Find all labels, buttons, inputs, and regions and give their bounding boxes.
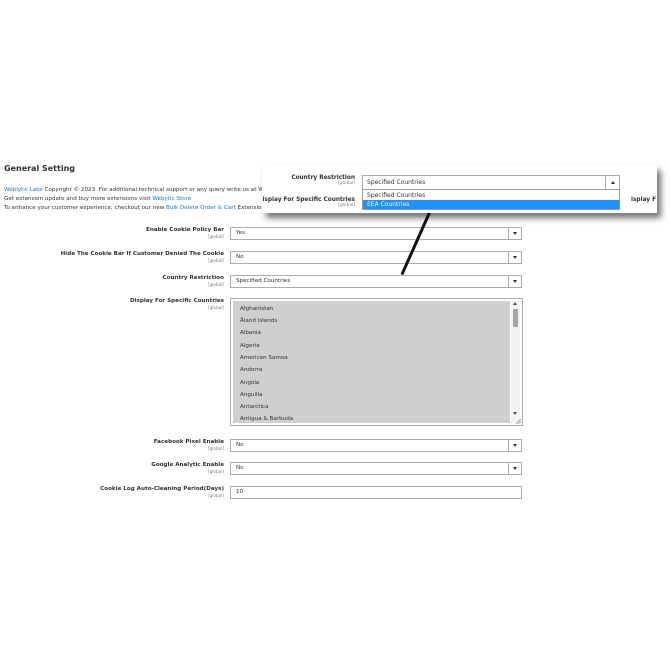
country-restriction-select[interactable]: Specified Countries [230,275,522,288]
country-option[interactable]: Åland Islands [240,318,277,324]
chevron-down-icon [508,276,521,287]
chevron-up-icon [605,176,619,189]
country-option[interactable]: Antigua & Barbuda [240,416,293,422]
chevron-down-icon [508,463,521,474]
cookie-log-input[interactable]: 10 [230,486,522,499]
info-line-1: Weblytic Labs Copyright © 2023. For addi… [4,187,267,193]
country-restriction-dropdown: Specified Countries EEA Countries [362,189,620,210]
scrollbar[interactable] [511,301,520,423]
cookie-bar-label: Enable Cookie Policy Bar [global] [146,227,224,239]
zoom-callout: Country Restriction [global] isplay For … [262,165,657,213]
hide-bar-label: Hide The Cookie Bar If Customer Denied T… [60,251,224,263]
zoom-country-restriction-select[interactable]: Specified Countries [362,175,620,190]
info-line-2: Get extension update and buy more extens… [4,196,192,202]
specific-countries-multiselect[interactable]: Afghanistan Åland Islands Albania Algeri… [230,298,523,426]
country-option[interactable]: Antarctica [240,404,269,410]
scroll-up-icon[interactable] [513,302,517,305]
country-option[interactable]: Andorra [240,367,262,373]
zoom-cut-label: isplay F [631,197,657,203]
zoom-specific-countries-label: isplay For Specific Countries [global] [262,197,355,208]
chevron-down-icon [508,440,521,451]
chevron-down-icon [508,252,521,263]
country-option[interactable]: Angola [240,380,259,386]
country-option[interactable]: Anguilla [240,392,263,398]
chevron-down-icon [508,228,521,239]
specific-countries-label: Display For Specific Countries [global] [129,298,224,310]
country-option[interactable]: Algeria [240,343,260,349]
google-analytic-label: Google Analytic Enable [global] [151,462,224,474]
resize-handle-icon[interactable] [516,419,521,424]
country-list: Afghanistan Åland Islands Albania Algeri… [233,301,510,423]
cookie-log-label: Cookie Log Auto-Cleaning Period(Days) [g… [100,486,224,498]
country-option[interactable]: American Samoa [240,355,288,361]
facebook-pixel-label: Facebook Pixel Enable [global] [153,439,224,451]
country-restriction-label: Country Restriction [global] [162,275,224,287]
info-line-3: To enhance your customer experience, che… [4,205,262,211]
hide-bar-select[interactable]: No [230,251,522,264]
google-analytic-select[interactable]: No [230,462,522,475]
webytic-store-link[interactable]: Webytic Store [152,196,191,202]
country-option[interactable]: Afghanistan [240,306,273,312]
country-option[interactable]: Albania [240,330,261,336]
callout-line [400,210,432,276]
scrollbar-thumb[interactable] [513,309,518,327]
dropdown-option-eea[interactable]: EEA Countries [363,200,619,209]
scroll-down-icon[interactable] [513,412,517,415]
bulk-delete-link[interactable]: Bulk Delete Order & Cart [166,205,236,211]
webytic-labs-link[interactable]: Weblytic Labs [4,187,43,193]
section-title: General Setting [4,164,75,173]
zoom-country-restriction-label: Country Restriction [global] [291,175,355,186]
dropdown-option-specified[interactable]: Specified Countries [363,191,619,200]
facebook-pixel-select[interactable]: No [230,439,522,452]
cookie-bar-select[interactable]: Yes [230,227,522,240]
